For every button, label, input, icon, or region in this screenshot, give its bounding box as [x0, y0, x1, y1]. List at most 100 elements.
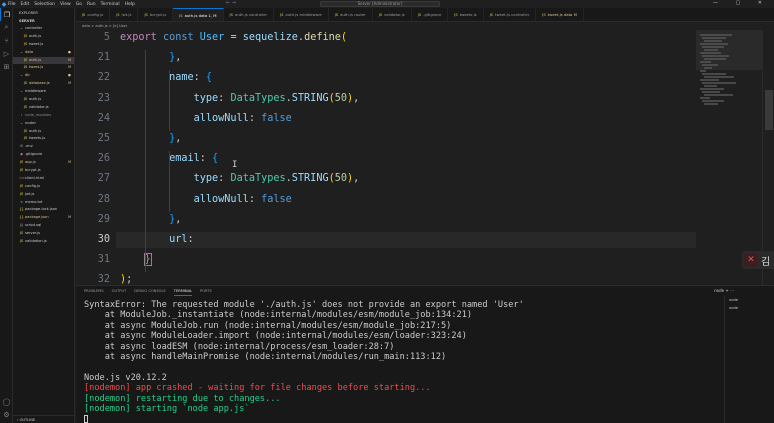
terminal-line: at async handleMainPromise (node:interna…: [84, 351, 447, 362]
tree-item-folder[interactable]: ⌄ data ●: [13, 49, 74, 57]
tree-item-sql[interactable]: ▤ script.sql: [13, 222, 74, 230]
minimap-line: [700, 88, 724, 90]
code-line[interactable]: type: DataTypes.STRING(50),: [120, 171, 360, 187]
line-number: 26: [97, 153, 110, 165]
breadcrumb[interactable]: data > auth.js > [e] User: [76, 22, 774, 30]
settings-gear-icon[interactable]: ⚙: [0, 408, 13, 421]
tree-item-js[interactable]: JS auth.js: [13, 96, 74, 104]
tree-item-js[interactable]: JS bcrypt.js: [13, 167, 74, 175]
tree-item-label: auth.js: [29, 97, 42, 102]
terminal-instance[interactable]: node: [725, 304, 774, 312]
code-line[interactable]: },: [120, 212, 181, 228]
terminal-output[interactable]: SyntaxError: The requested module './aut…: [84, 300, 724, 423]
tree-item-env[interactable]: ⚙ .env: [13, 143, 74, 151]
tree-item-label: controller: [25, 26, 43, 30]
editor-tab[interactable]: JS auth.js router: [329, 8, 373, 21]
tree-item-js[interactable]: JS jwt.js: [13, 191, 74, 199]
extensions-icon[interactable]: ⊞: [0, 60, 13, 73]
code-line[interactable]: }: [120, 252, 152, 268]
explorer-root-folder[interactable]: SERVER: [13, 18, 74, 25]
tree-item-js[interactable]: JS tweet.js: [13, 41, 74, 49]
editor-tab[interactable]: JS tweets.js: [448, 8, 484, 21]
tree-item-folder[interactable]: ⌄ controller: [13, 25, 74, 33]
menu-item[interactable]: View: [60, 2, 71, 7]
menu-item[interactable]: Edit: [21, 2, 30, 7]
collaborator-presence[interactable]: ✕ 김: [742, 251, 774, 269]
tree-item-json[interactable]: {}package.json M: [13, 214, 74, 222]
editor-tab[interactable]: JS jwt.js: [110, 8, 139, 21]
tree-item-folder[interactable]: ⌄ db ●: [13, 72, 74, 80]
code-editor[interactable]: 5212223242526272829303132333435 I export…: [76, 30, 696, 285]
panel-tab[interactable]: DEBUG CONSOLE: [134, 286, 165, 296]
tree-item-folder[interactable]: ⌄ router: [13, 120, 74, 128]
tree-item-folder[interactable]: ⌄ middleware: [13, 88, 74, 96]
terminal-prompt[interactable]: [84, 414, 724, 423]
run-debug-icon[interactable]: ▷: [0, 47, 13, 60]
tree-item-js[interactable]: JS auth.js: [13, 128, 74, 136]
panel-tab[interactable]: OUTPUT: [112, 286, 127, 296]
tree-item-js[interactable]: JS config.js: [13, 183, 74, 191]
code-line[interactable]: url:: [116, 232, 696, 248]
search-icon[interactable]: ⌕: [0, 21, 13, 34]
menu-item[interactable]: Selection: [34, 2, 55, 7]
editor-tab[interactable]: JS .gitignore: [412, 8, 449, 21]
code-line[interactable]: allowNull: false: [120, 111, 292, 127]
menu-item[interactable]: Help: [125, 2, 135, 7]
code-line[interactable]: },: [120, 131, 181, 147]
command-center[interactable]: Server [Administrator]: [320, 1, 440, 7]
tree-item-folder-c[interactable]: › node_modules: [13, 112, 74, 120]
editor-tab[interactable]: JS auth.js middleware: [274, 8, 329, 21]
minimap[interactable]: [696, 30, 762, 285]
tree-item-html[interactable]: <>client.html: [13, 175, 74, 183]
file-icon: ▤: [19, 223, 24, 228]
editor-tab[interactable]: JS bcrypt.js: [138, 8, 174, 21]
tree-item-label: middleware: [25, 89, 47, 94]
code-line[interactable]: },: [120, 50, 181, 66]
window-controls[interactable]: — ▢ ✕: [713, 0, 770, 6]
editor-tab[interactable]: JS auth.js controller: [224, 8, 275, 21]
tree-item-js[interactable]: JS tweets.js: [13, 135, 74, 143]
tree-item-js[interactable]: JS app.js M: [13, 159, 74, 167]
outline-section[interactable]: › OUTLINE: [13, 415, 75, 423]
code-line[interactable]: type: DataTypes.STRING(50),: [120, 91, 360, 107]
panel-tab[interactable]: PORTS: [200, 286, 212, 296]
tree-item-git[interactable]: ◆ .gitignore: [13, 151, 74, 159]
tree-item-js[interactable]: JS validator.js: [13, 104, 74, 112]
tree-item-js[interactable]: JS tweet.js M: [13, 64, 74, 72]
scrollbar-thumb[interactable]: [765, 90, 773, 130]
menu-item[interactable]: File: [8, 2, 16, 7]
tree-item-js[interactable]: JS database.js M: [13, 80, 74, 88]
folder-icon: ⌄: [19, 120, 23, 125]
panel-tab[interactable]: TERMINAL: [173, 286, 193, 296]
editor-tab[interactable]: JS validator.js: [373, 8, 412, 21]
editor-tab[interactable]: JS config.js: [76, 8, 111, 21]
minimap-line: [704, 40, 722, 42]
source-control-icon[interactable]: ⑂: [0, 34, 13, 47]
menu-item[interactable]: Terminal: [101, 2, 120, 7]
text-cursor-icon: I: [232, 160, 238, 170]
account-icon[interactable]: ◯: [0, 395, 13, 408]
panel-tab[interactable]: PROBLEMS: [84, 286, 104, 296]
editor-tab[interactable]: JS auth.js data 1, M: [173, 8, 224, 21]
minimap-line: [704, 103, 719, 105]
code-line[interactable]: allowNull: false: [120, 192, 292, 208]
tree-item-js[interactable]: JS server.js: [13, 230, 74, 238]
terminal-instance[interactable]: node: [725, 296, 774, 304]
editor-tab[interactable]: JS tweet.js data M: [536, 8, 584, 21]
code-line[interactable]: name: {: [120, 70, 212, 86]
editor-tab[interactable]: JS tweet.js controller: [484, 8, 537, 21]
tree-item-txt[interactable]: ≡ memo.txt: [13, 199, 74, 207]
tree-item-js[interactable]: JS auth.js: [13, 33, 74, 41]
panel-actions[interactable]: node + ⋯: [714, 286, 734, 296]
js-file-icon: JS: [179, 13, 183, 18]
menu-item[interactable]: Run: [87, 2, 96, 7]
code-line[interactable]: );: [120, 272, 132, 285]
nav-arrows[interactable]: ← →: [226, 0, 236, 6]
menu-item[interactable]: Go: [76, 2, 82, 7]
tree-item-js[interactable]: JS validation.js: [13, 238, 74, 246]
tree-item-json[interactable]: {}package-lock.json: [13, 206, 74, 214]
explorer-icon[interactable]: ❐: [0, 8, 13, 21]
editor-scrollbar[interactable]: [762, 30, 774, 285]
code-line[interactable]: export const User = sequelize.define(: [120, 30, 347, 46]
tree-item-js[interactable]: JS auth.js M: [13, 56, 74, 65]
